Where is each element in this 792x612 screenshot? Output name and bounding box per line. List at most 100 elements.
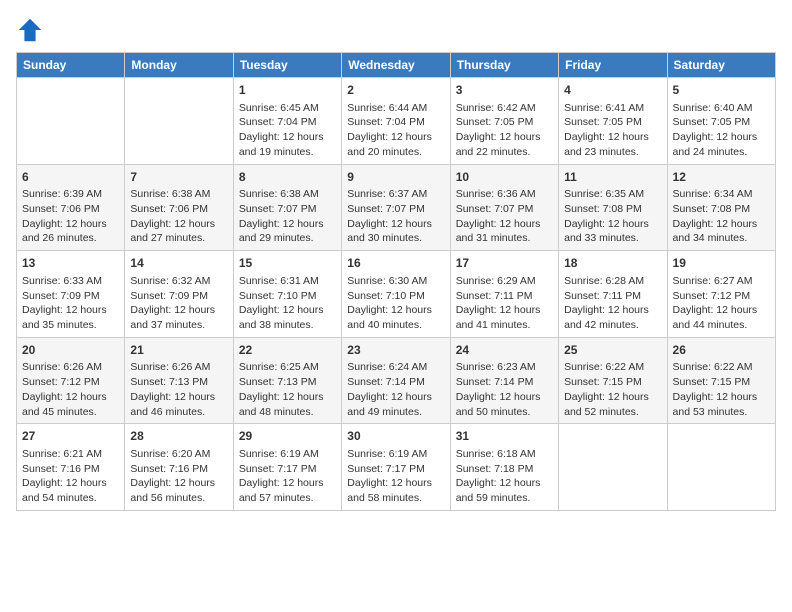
- logo-icon: [16, 16, 44, 44]
- day-number: 9: [347, 169, 444, 186]
- calendar-cell: 28Sunrise: 6:20 AMSunset: 7:16 PMDayligh…: [125, 424, 233, 511]
- day-info: Sunrise: 6:39 AMSunset: 7:06 PMDaylight:…: [22, 187, 119, 246]
- day-info: Sunrise: 6:20 AMSunset: 7:16 PMDaylight:…: [130, 447, 227, 506]
- calendar-cell: 3Sunrise: 6:42 AMSunset: 7:05 PMDaylight…: [450, 78, 558, 165]
- calendar-cell: 10Sunrise: 6:36 AMSunset: 7:07 PMDayligh…: [450, 164, 558, 251]
- day-number: 17: [456, 255, 553, 272]
- calendar-cell: 22Sunrise: 6:25 AMSunset: 7:13 PMDayligh…: [233, 337, 341, 424]
- calendar-cell: 15 Sunrise: 6:31 AMSunset: 7:10 PMDayligh…: [233, 251, 341, 338]
- calendar-cell: [125, 78, 233, 165]
- day-number: 23: [347, 342, 444, 359]
- day-header: Saturday: [667, 53, 775, 78]
- calendar-cell: 1 Sunrise: 6:45 AMSunset: 7:04 PMDaylight…: [233, 78, 341, 165]
- day-number: 18: [564, 255, 661, 272]
- calendar-header-row: SundayMondayTuesdayWednesdayThursdayFrid…: [17, 53, 776, 78]
- day-info: Sunrise: 6:22 AMSunset: 7:15 PMDaylight:…: [673, 360, 770, 419]
- day-number: 22: [239, 342, 336, 359]
- day-number: 20: [22, 342, 119, 359]
- day-info: Sunrise: 6:25 AMSunset: 7:13 PMDaylight:…: [239, 360, 336, 419]
- calendar-week-row: 27 Sunrise: 6:21 AMSunset: 7:16 PMDayligh…: [17, 424, 776, 511]
- calendar-cell: [667, 424, 775, 511]
- day-info: Sunrise: 6:26 AMSunset: 7:13 PMDaylight:…: [130, 360, 227, 419]
- logo: [16, 16, 48, 44]
- day-number: 10: [456, 169, 553, 186]
- day-info: Sunrise: 6:30 AMSunset: 7:10 PMDaylight:…: [347, 274, 444, 333]
- calendar-cell: 4 Sunrise: 6:41 AMSunset: 7:05 PMDaylight…: [559, 78, 667, 165]
- day-header: Sunday: [17, 53, 125, 78]
- calendar-cell: 6Sunrise: 6:39 AMSunset: 7:06 PMDaylight…: [17, 164, 125, 251]
- day-number: 26: [673, 342, 770, 359]
- day-info: Sunrise: 6:35 AMSunset: 7:08 PMDaylight:…: [564, 187, 661, 246]
- day-info: Sunrise: 6:23 AMSunset: 7:14 PMDaylight:…: [456, 360, 553, 419]
- day-number: 29: [239, 428, 336, 445]
- day-info: Sunrise: 6:18 AMSunset: 7:18 PMDaylight:…: [456, 447, 553, 506]
- page-header: [16, 16, 776, 44]
- day-header: Friday: [559, 53, 667, 78]
- calendar-cell: 26Sunrise: 6:22 AMSunset: 7:15 PMDayligh…: [667, 337, 775, 424]
- day-number: 27: [22, 428, 119, 445]
- day-info: Sunrise: 6:40 AMSunset: 7:05 PMDaylight:…: [673, 101, 770, 160]
- calendar-cell: 9Sunrise: 6:37 AMSunset: 7:07 PMDaylight…: [342, 164, 450, 251]
- day-number: 30: [347, 428, 444, 445]
- day-number: 4: [564, 82, 661, 99]
- calendar-cell: 12Sunrise: 6:34 AMSunset: 7:08 PMDayligh…: [667, 164, 775, 251]
- day-header: Monday: [125, 53, 233, 78]
- day-number: 5: [673, 82, 770, 99]
- day-info: Sunrise: 6:33 AMSunset: 7:09 PMDaylight:…: [22, 274, 119, 333]
- day-number: 1: [239, 82, 336, 99]
- day-number: 16: [347, 255, 444, 272]
- calendar-week-row: 6Sunrise: 6:39 AMSunset: 7:06 PMDaylight…: [17, 164, 776, 251]
- day-number: 7: [130, 169, 227, 186]
- calendar-cell: 21Sunrise: 6:26 AMSunset: 7:13 PMDayligh…: [125, 337, 233, 424]
- day-number: 6: [22, 169, 119, 186]
- calendar-cell: 19 Sunrise: 6:27 AMSunset: 7:12 PMDayligh…: [667, 251, 775, 338]
- calendar-cell: 24Sunrise: 6:23 AMSunset: 7:14 PMDayligh…: [450, 337, 558, 424]
- calendar-week-row: 1 Sunrise: 6:45 AMSunset: 7:04 PMDaylight…: [17, 78, 776, 165]
- calendar-cell: 5 Sunrise: 6:40 AMSunset: 7:05 PMDaylight…: [667, 78, 775, 165]
- calendar-cell: 29 Sunrise: 6:19 AMSunset: 7:17 PMDayligh…: [233, 424, 341, 511]
- calendar-cell: 20Sunrise: 6:26 AMSunset: 7:12 PMDayligh…: [17, 337, 125, 424]
- calendar-cell: 25Sunrise: 6:22 AMSunset: 7:15 PMDayligh…: [559, 337, 667, 424]
- day-number: 31: [456, 428, 553, 445]
- day-info: Sunrise: 6:19 AMSunset: 7:17 PMDaylight:…: [239, 447, 336, 506]
- calendar-cell: 14 Sunrise: 6:32 AMSunset: 7:09 PMDayligh…: [125, 251, 233, 338]
- day-number: 12: [673, 169, 770, 186]
- day-info: Sunrise: 6:26 AMSunset: 7:12 PMDaylight:…: [22, 360, 119, 419]
- day-info: Sunrise: 6:36 AMSunset: 7:07 PMDaylight:…: [456, 187, 553, 246]
- calendar-cell: [559, 424, 667, 511]
- day-number: 14: [130, 255, 227, 272]
- day-number: 24: [456, 342, 553, 359]
- calendar-cell: 13Sunrise: 6:33 AMSunset: 7:09 PMDayligh…: [17, 251, 125, 338]
- calendar-cell: 11Sunrise: 6:35 AMSunset: 7:08 PMDayligh…: [559, 164, 667, 251]
- day-number: 15: [239, 255, 336, 272]
- calendar-cell: 23Sunrise: 6:24 AMSunset: 7:14 PMDayligh…: [342, 337, 450, 424]
- day-number: 21: [130, 342, 227, 359]
- calendar-cell: 18 Sunrise: 6:28 AMSunset: 7:11 PMDayligh…: [559, 251, 667, 338]
- day-info: Sunrise: 6:29 AMSunset: 7:11 PMDaylight:…: [456, 274, 553, 333]
- day-number: 19: [673, 255, 770, 272]
- calendar-cell: 31 Sunrise: 6:18 AMSunset: 7:18 PMDayligh…: [450, 424, 558, 511]
- day-info: Sunrise: 6:44 AMSunset: 7:04 PMDaylight:…: [347, 101, 444, 160]
- day-info: Sunrise: 6:21 AMSunset: 7:16 PMDaylight:…: [22, 447, 119, 506]
- day-info: Sunrise: 6:27 AMSunset: 7:12 PMDaylight:…: [673, 274, 770, 333]
- calendar-cell: 17 Sunrise: 6:29 AMSunset: 7:11 PMDayligh…: [450, 251, 558, 338]
- day-number: 11: [564, 169, 661, 186]
- day-info: Sunrise: 6:42 AMSunset: 7:05 PMDaylight:…: [456, 101, 553, 160]
- day-info: Sunrise: 6:45 AMSunset: 7:04 PMDaylight:…: [239, 101, 336, 160]
- day-number: 25: [564, 342, 661, 359]
- day-header: Thursday: [450, 53, 558, 78]
- calendar-cell: 7Sunrise: 6:38 AMSunset: 7:06 PMDaylight…: [125, 164, 233, 251]
- day-info: Sunrise: 6:22 AMSunset: 7:15 PMDaylight:…: [564, 360, 661, 419]
- calendar-cell: 16 Sunrise: 6:30 AMSunset: 7:10 PMDayligh…: [342, 251, 450, 338]
- day-info: Sunrise: 6:37 AMSunset: 7:07 PMDaylight:…: [347, 187, 444, 246]
- calendar-cell: 27 Sunrise: 6:21 AMSunset: 7:16 PMDayligh…: [17, 424, 125, 511]
- day-info: Sunrise: 6:31 AMSunset: 7:10 PMDaylight:…: [239, 274, 336, 333]
- day-header: Wednesday: [342, 53, 450, 78]
- calendar-table: SundayMondayTuesdayWednesdayThursdayFrid…: [16, 52, 776, 511]
- day-info: Sunrise: 6:41 AMSunset: 7:05 PMDaylight:…: [564, 101, 661, 160]
- day-info: Sunrise: 6:28 AMSunset: 7:11 PMDaylight:…: [564, 274, 661, 333]
- day-info: Sunrise: 6:32 AMSunset: 7:09 PMDaylight:…: [130, 274, 227, 333]
- day-info: Sunrise: 6:24 AMSunset: 7:14 PMDaylight:…: [347, 360, 444, 419]
- calendar-week-row: 20Sunrise: 6:26 AMSunset: 7:12 PMDayligh…: [17, 337, 776, 424]
- calendar-cell: 30Sunrise: 6:19 AMSunset: 7:17 PMDayligh…: [342, 424, 450, 511]
